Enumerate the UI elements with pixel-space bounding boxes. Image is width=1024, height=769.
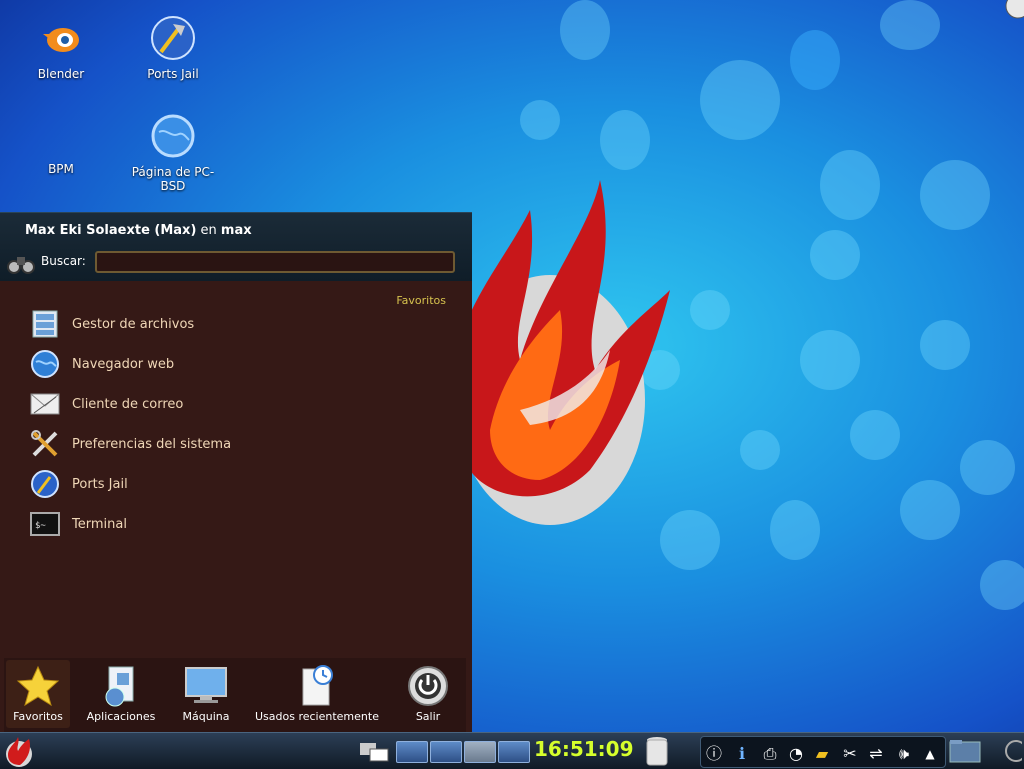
notification-icon[interactable]: ℹ bbox=[731, 743, 753, 765]
mail-client-icon bbox=[28, 387, 62, 421]
taskbar: 16:51:09 ⓘ ℹ ⎙ ◔ ▰ ✂ ⇌ 🕪 ▲ bbox=[0, 732, 1024, 769]
menu-tab-bar: Favoritos Aplicaciones Máquina Usados re… bbox=[4, 658, 466, 732]
file-manager-icon bbox=[28, 307, 62, 341]
favorite-item-label: Preferencias del sistema bbox=[72, 436, 232, 452]
tab-favorites[interactable]: Favoritos bbox=[6, 660, 70, 728]
power-icon bbox=[404, 664, 452, 708]
globe-icon bbox=[151, 114, 195, 158]
bpm-icon bbox=[37, 112, 85, 160]
host-name: max bbox=[220, 223, 252, 238]
svg-text:$~: $~ bbox=[35, 521, 46, 531]
favorite-item-mail-client[interactable]: Cliente de correo bbox=[28, 386, 448, 422]
star-icon bbox=[14, 664, 62, 708]
virtual-desktop-4[interactable] bbox=[498, 741, 530, 763]
ports-jail-icon bbox=[151, 16, 195, 60]
virtual-desktop-3[interactable] bbox=[464, 741, 496, 763]
favorite-item-web-browser[interactable]: Navegador web bbox=[28, 346, 448, 382]
start-menu-button[interactable] bbox=[2, 735, 36, 769]
terminal-icon: $~ bbox=[28, 507, 62, 541]
show-desktop-icon[interactable] bbox=[358, 739, 390, 763]
search-input[interactable] bbox=[95, 251, 455, 273]
favorite-item-system-settings[interactable]: Preferencias del sistema bbox=[28, 426, 448, 462]
tab-label: Usados recientemente bbox=[255, 710, 379, 723]
desktop-icon-blender[interactable]: Blender bbox=[6, 14, 116, 81]
user-separator: en bbox=[200, 223, 217, 238]
trash-icon[interactable] bbox=[644, 735, 670, 767]
virtual-desktop-1[interactable] bbox=[396, 741, 428, 763]
folder-icon[interactable]: ▰ bbox=[811, 743, 833, 765]
recent-icon bbox=[293, 664, 341, 708]
web-browser-icon bbox=[28, 347, 62, 381]
tab-label: Favoritos bbox=[13, 710, 63, 723]
favorite-item-label: Gestor de archivos bbox=[72, 316, 195, 332]
folder-view-icon[interactable] bbox=[948, 738, 982, 764]
favorite-item-file-manager[interactable]: Gestor de archivos bbox=[28, 306, 448, 342]
tray-expand-icon[interactable]: ▲ bbox=[919, 743, 941, 765]
info-icon[interactable]: ⓘ bbox=[703, 743, 725, 765]
applications-icon bbox=[97, 664, 145, 708]
system-settings-icon bbox=[28, 427, 62, 461]
desktop-icon-bpm[interactable]: BPM bbox=[6, 112, 116, 176]
favorite-item-label: Cliente de correo bbox=[72, 396, 184, 412]
volume-icon[interactable]: 🕪 bbox=[893, 743, 915, 765]
printer-icon[interactable]: ⎙ bbox=[759, 743, 781, 765]
panel-toolbox-icon[interactable] bbox=[996, 737, 1022, 765]
desktop-icon-pcbsd-page[interactable]: Página de PC-BSD bbox=[118, 112, 228, 193]
favorite-item-label: Ports Jail bbox=[72, 476, 128, 492]
tab-label: Máquina bbox=[182, 710, 230, 723]
desktop-icon-label: Blender bbox=[37, 67, 85, 81]
scissors-icon[interactable]: ✂ bbox=[839, 743, 861, 765]
tab-recently-used[interactable]: Usados recientemente bbox=[252, 660, 382, 728]
desktop-icon-label: BPM bbox=[48, 162, 74, 176]
virtual-desktop-2[interactable] bbox=[430, 741, 462, 763]
desktop-toolbox-icon[interactable] bbox=[996, 0, 1024, 28]
gauge-icon[interactable]: ◔ bbox=[785, 743, 807, 765]
ports-jail-icon bbox=[28, 467, 62, 501]
tab-label: Salir bbox=[415, 710, 441, 723]
usb-icon[interactable]: ⇌ bbox=[865, 743, 887, 765]
tab-machine[interactable]: Máquina bbox=[170, 660, 242, 728]
blender-icon bbox=[43, 28, 79, 52]
favorite-item-label: Navegador web bbox=[72, 356, 175, 372]
desktop-icon-label: Ports Jail bbox=[147, 67, 199, 81]
tab-leave[interactable]: Salir bbox=[402, 660, 454, 728]
tab-applications[interactable]: Aplicaciones bbox=[80, 660, 162, 728]
clock[interactable]: 16:51:09 bbox=[534, 737, 634, 761]
favorite-item-label: Terminal bbox=[72, 516, 127, 532]
binoculars-icon bbox=[7, 257, 35, 274]
menu-header: Max Eki Solaexte (Max) en max Buscar: bbox=[0, 212, 472, 281]
desktop-icon-ports-jail[interactable]: Ports Jail bbox=[118, 14, 228, 81]
search-label: Buscar: bbox=[41, 254, 86, 268]
desktop-icon-label: Página de PC-BSD bbox=[131, 165, 215, 193]
favorite-item-ports-jail[interactable]: Ports Jail bbox=[28, 466, 448, 502]
application-launcher-menu: Max Eki Solaexte (Max) en max Buscar: Fa… bbox=[0, 212, 472, 732]
user-name: Max Eki Solaexte (Max) bbox=[25, 223, 197, 238]
user-info: Max Eki Solaexte (Max) en max bbox=[25, 223, 252, 238]
computer-icon bbox=[182, 664, 230, 708]
favorite-item-terminal[interactable]: $~ Terminal bbox=[28, 506, 448, 542]
tab-label: Aplicaciones bbox=[86, 710, 156, 723]
system-tray: ⓘ ℹ ⎙ ◔ ▰ ✂ ⇌ 🕪 ▲ bbox=[700, 736, 946, 768]
